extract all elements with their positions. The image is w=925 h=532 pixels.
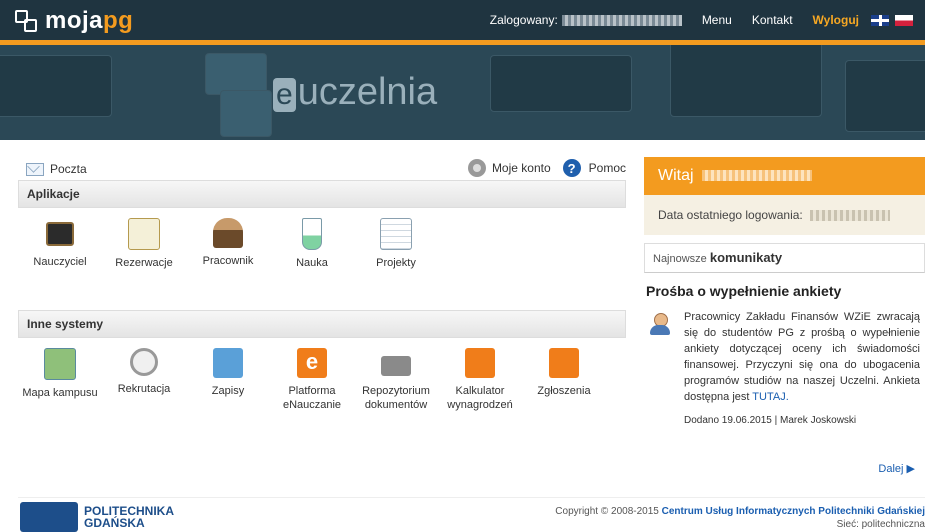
e-icon: e <box>297 348 327 378</box>
news-item-meta: Dodano 19.06.2015 | Marek Joskowski <box>684 415 857 426</box>
mail-link[interactable]: Poczta <box>26 162 87 176</box>
app-nauka[interactable]: Nauka <box>270 218 354 284</box>
cube-add-icon <box>213 348 243 378</box>
survey-link[interactable]: TUTAJ. <box>752 391 788 403</box>
spreadsheet-icon <box>380 218 412 250</box>
polish-flag-icon[interactable] <box>895 14 913 26</box>
top-nav: Zalogowany: Menu Kontakt Wyloguj <box>490 0 913 40</box>
app-repozytorium[interactable]: Repozytorium dokumentów <box>354 348 438 412</box>
more-news-link[interactable]: Dalej ▶ <box>878 462 915 475</box>
section-other-header: Inne systemy <box>18 310 626 338</box>
euczelnia-banner: e uczelnia <box>0 45 925 140</box>
pg-name-line2: GDAŃSKA <box>84 516 145 530</box>
pg-logo[interactable]: POLITECHNIKA GDAŃSKA <box>20 502 174 532</box>
copyright: Copyright © 2008-2015 Centrum Usług Info… <box>555 506 925 530</box>
logo-icon <box>15 10 37 32</box>
my-account-link[interactable]: Moje konto <box>492 161 551 175</box>
logo-text-b: pg <box>103 7 134 34</box>
news-item: Pracownicy Zakładu Finansów WZiE zwracaj… <box>644 309 925 426</box>
person-icon <box>650 313 670 335</box>
app-nauczyciel[interactable]: Nauczyciel <box>18 218 102 284</box>
apps-list: Nauczyciel Rezerwacje Pracownik Nauka Pr… <box>18 218 626 284</box>
logout-link[interactable]: Wyloguj <box>813 13 859 27</box>
help-icon[interactable]: ? <box>562 159 581 177</box>
play-arrow-icon: ▶ <box>906 463 915 475</box>
news-item-title[interactable]: Prośba o wypełnienie ankiety <box>644 283 925 299</box>
redacted-name <box>702 170 813 182</box>
map-icon <box>44 348 76 380</box>
menu-link[interactable]: Menu <box>702 13 732 27</box>
banner-title: e uczelnia <box>273 71 437 114</box>
news-header: Najnowsze komunikaty <box>644 243 925 273</box>
calculator-icon <box>465 348 495 378</box>
contact-link[interactable]: Kontakt <box>752 13 793 27</box>
app-projekty[interactable]: Projekty <box>354 218 438 284</box>
english-flag-icon[interactable] <box>871 14 889 26</box>
app-mapa-kampusu[interactable]: Mapa kampusu <box>18 348 102 412</box>
other-systems-list: Mapa kampusu Rekrutacja Zapisy e Platfor… <box>18 348 626 412</box>
section-apps-header: Aplikacje <box>18 180 626 208</box>
last-login-label: Data ostatniego logowania: <box>658 208 803 222</box>
welcome-label: Witaj <box>658 167 694 184</box>
top-bar: mojapg Zalogowany: Menu Kontakt Wyloguj <box>0 0 925 40</box>
app-platforma-enauczanie[interactable]: e Platforma eNauczanie <box>270 348 354 412</box>
sidebar: Witaj Data ostatniego logowania: Najnows… <box>644 157 925 475</box>
account-links: Moje konto ? Pomoc <box>467 159 626 177</box>
crest-icon <box>20 502 78 532</box>
redacted-date <box>810 210 891 222</box>
network-label: Sieć: politechniczna <box>836 519 925 530</box>
gear-icon[interactable] <box>467 159 486 177</box>
org-link[interactable]: Centrum Usług Informatycznych Politechni… <box>662 506 925 517</box>
app-rezerwacje[interactable]: Rezerwacje <box>102 218 186 284</box>
worker-icon <box>213 218 243 248</box>
mojapg-logo[interactable]: mojapg <box>15 7 133 35</box>
envelope-icon <box>26 162 44 176</box>
redacted-username <box>561 14 682 26</box>
blackboard-icon <box>46 222 74 246</box>
folder-icon <box>381 356 411 376</box>
mail-label: Poczta <box>50 162 87 176</box>
flask-icon <box>302 218 322 250</box>
calendar-icon <box>128 218 160 250</box>
last-login-box: Data ostatniego logowania: <box>644 195 925 235</box>
magnifier-icon <box>130 348 158 376</box>
app-rekrutacja[interactable]: Rekrutacja <box>102 348 186 412</box>
logo-text-a: moja <box>45 7 104 34</box>
edit-icon <box>549 348 579 378</box>
main-panel: Poczta Moje konto ? Pomoc Aplikacje Nauc… <box>18 150 626 412</box>
app-zgloszenia[interactable]: Zgłoszenia <box>522 348 606 412</box>
logged-in-label: Zalogowany: <box>489 13 558 27</box>
app-zapisy[interactable]: Zapisy <box>186 348 270 412</box>
news-item-body: Pracownicy Zakładu Finansów WZiE zwracaj… <box>684 311 920 403</box>
quick-links: Poczta Moje konto ? Pomoc <box>18 150 626 180</box>
welcome-box: Witaj <box>644 157 925 195</box>
app-pracownik[interactable]: Pracownik <box>186 218 270 284</box>
footer-divider <box>18 497 925 498</box>
help-link[interactable]: Pomoc <box>589 161 626 175</box>
app-kalkulator[interactable]: Kalkulator wynagrodzeń <box>438 348 522 412</box>
